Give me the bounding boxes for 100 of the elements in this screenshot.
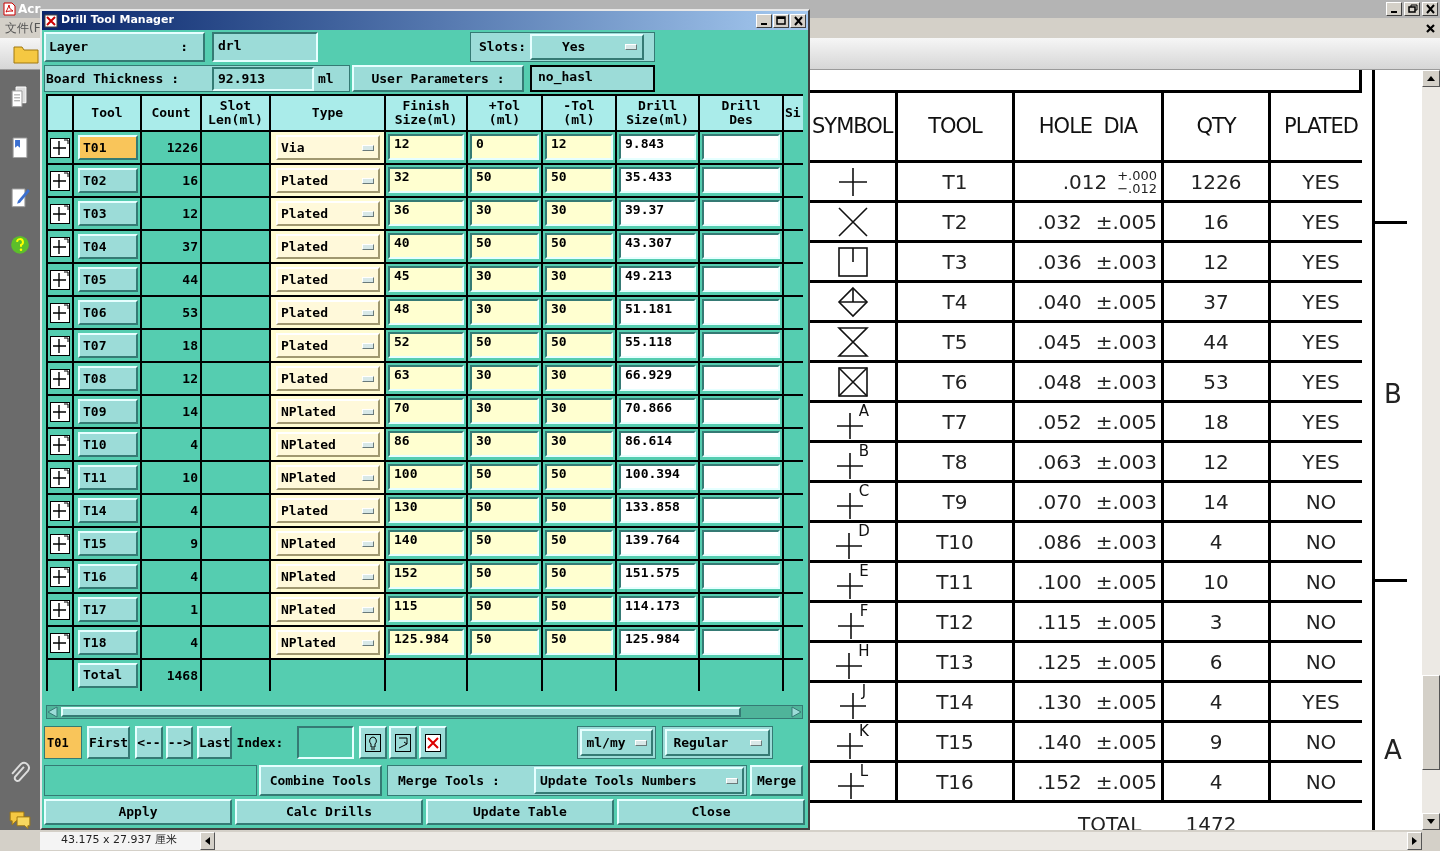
drill-des-field[interactable] [702,332,780,358]
drill-size-field[interactable]: 66.929 [619,365,696,391]
minimize-button[interactable] [1386,2,1402,16]
drill-des-field[interactable] [702,596,780,622]
drill-size-field[interactable]: 9.843 [619,134,696,160]
tool-button[interactable]: T09 [78,399,138,424]
index-field[interactable] [297,726,355,759]
minus-tol-field[interactable]: 30 [545,266,613,292]
scroll-right-icon[interactable] [1412,836,1417,845]
drill-des-field[interactable] [702,464,780,490]
units-dropdown[interactable]: ml/my [580,729,654,756]
slots-dropdown[interactable]: Yes [529,34,644,60]
plus-tol-field[interactable]: 50 [470,629,539,655]
plus-tol-field[interactable]: 30 [470,398,539,424]
restore-button[interactable] [1404,2,1420,16]
drill-size-field[interactable]: 133.858 [619,497,696,523]
minus-tol-field[interactable]: 50 [545,332,613,358]
cross-symbol-icon[interactable] [50,434,70,455]
drill-des-field[interactable] [702,167,780,193]
help-icon[interactable] [10,234,30,255]
refresh-button[interactable] [389,726,418,759]
action-button[interactable]: Apply [44,799,232,825]
tool-button[interactable]: T05 [78,267,138,292]
close-button[interactable] [1422,2,1438,16]
sign-icon[interactable] [10,186,30,208]
type-dropdown[interactable]: NPlated [276,564,380,589]
drill-size-field[interactable]: 151.575 [619,563,696,589]
vertical-scrollbar[interactable] [1422,70,1440,830]
finish-size-field[interactable]: 45 [388,266,464,292]
type-dropdown[interactable]: Plated [276,267,380,292]
finish-size-field[interactable]: 86 [388,431,464,457]
delete-button[interactable] [419,726,448,759]
type-dropdown[interactable]: NPlated [276,531,380,556]
plus-tol-field[interactable]: 30 [470,299,539,325]
cross-symbol-icon[interactable] [50,335,70,356]
minus-tol-field[interactable]: 30 [545,431,613,457]
action-button[interactable]: Update Table [426,799,614,825]
type-dropdown[interactable]: Plated [276,234,380,259]
cross-symbol-icon[interactable] [50,302,70,323]
plus-tol-field[interactable]: 50 [470,464,539,490]
minus-tol-field[interactable]: 50 [545,464,613,490]
plus-tol-field[interactable]: 50 [470,530,539,556]
finish-size-field[interactable]: 100 [388,464,464,490]
nav-button[interactable]: --> [165,726,194,759]
merge-button[interactable]: Merge [750,765,803,796]
tool-button[interactable]: T14 [78,498,138,523]
finish-size-field[interactable]: 52 [388,332,464,358]
minus-tol-field[interactable]: 12 [545,134,613,160]
scroll-up-icon[interactable] [1427,76,1435,81]
finish-size-field[interactable]: 32 [388,167,464,193]
drill-size-field[interactable]: 55.118 [619,332,696,358]
cross-symbol-icon[interactable] [50,599,70,620]
nav-button[interactable]: First [87,726,131,759]
finish-size-field[interactable]: 152 [388,563,464,589]
action-button[interactable]: Close [617,799,805,825]
pages-icon[interactable] [10,86,30,108]
type-dropdown[interactable]: NPlated [276,399,380,424]
finish-size-field[interactable]: 12 [388,134,464,160]
drill-des-field[interactable] [702,629,780,655]
minus-tol-field[interactable]: 50 [545,497,613,523]
finish-size-field[interactable]: 63 [388,365,464,391]
tool-button[interactable]: T18 [78,630,138,655]
plus-tol-field[interactable]: 50 [470,167,539,193]
finish-size-field[interactable]: 125.984 [388,629,464,655]
drill-size-field[interactable]: 125.984 [619,629,696,655]
drill-des-field[interactable] [702,299,780,325]
drill-size-field[interactable]: 100.394 [619,464,696,490]
minus-tol-field[interactable]: 50 [545,629,613,655]
horizontal-scrollbar[interactable] [200,831,1422,850]
drill-des-field[interactable] [702,233,780,259]
drill-des-field[interactable] [702,431,780,457]
tool-button[interactable]: T11 [78,465,138,490]
drill-size-field[interactable]: 114.173 [619,596,696,622]
board-thickness-field[interactable]: 92.913 [212,66,314,91]
scroll-down-icon[interactable] [1427,819,1435,824]
maximize-button[interactable] [773,13,789,28]
finish-size-field[interactable]: 36 [388,200,464,226]
combine-tools-button[interactable]: Combine Tools [259,765,382,796]
tool-button[interactable]: T02 [78,168,138,193]
comments-icon[interactable] [8,810,32,830]
drill-des-field[interactable] [702,266,780,292]
type-dropdown[interactable]: Via [276,135,380,160]
cross-symbol-icon[interactable] [50,203,70,224]
finish-size-field[interactable]: 130 [388,497,464,523]
menu-item[interactable]: 文件(F [5,19,41,37]
tool-button[interactable]: T10 [78,432,138,457]
cross-symbol-icon[interactable] [50,137,70,158]
scroll-thumb[interactable] [1422,675,1440,770]
minus-tol-field[interactable]: 30 [545,299,613,325]
bookmark-icon[interactable] [10,136,30,159]
type-dropdown[interactable]: NPlated [276,630,380,655]
cross-symbol-icon[interactable] [50,401,70,422]
cross-symbol-icon[interactable] [50,236,70,257]
mode-dropdown[interactable]: Regular [665,729,771,756]
minus-tol-field[interactable]: 30 [545,365,613,391]
cross-symbol-icon[interactable] [50,566,70,587]
minus-tol-field[interactable]: 50 [545,563,613,589]
drill-des-field[interactable] [702,497,780,523]
minus-tol-field[interactable]: 50 [545,167,613,193]
minus-tol-field[interactable]: 50 [545,596,613,622]
